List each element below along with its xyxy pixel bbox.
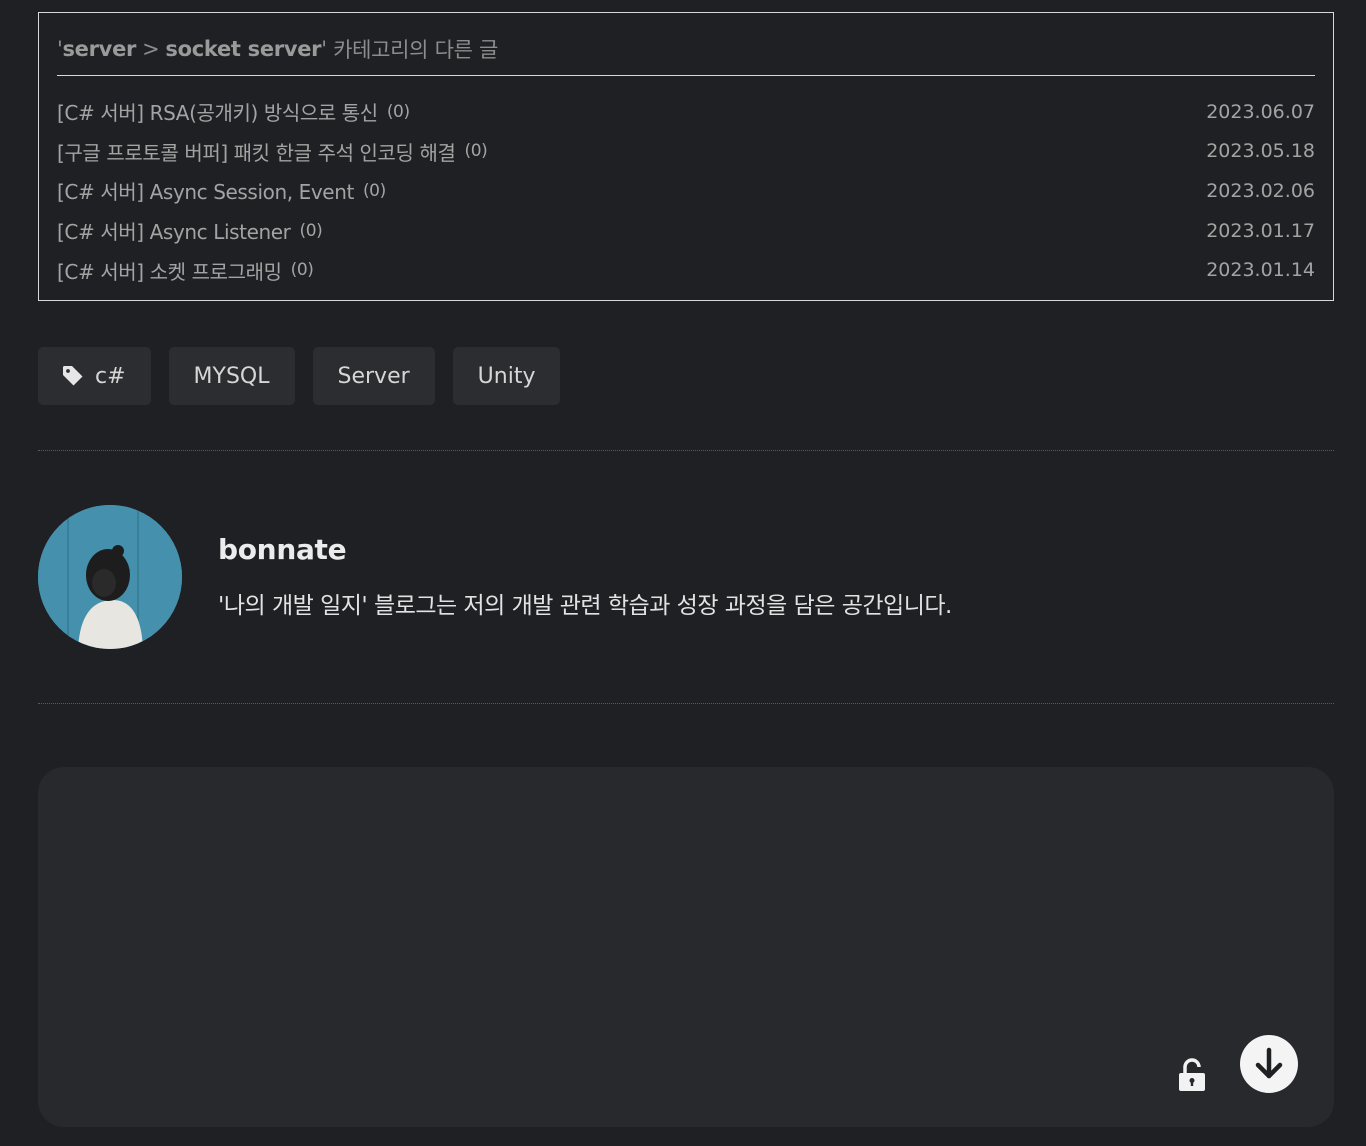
category-separator: > xyxy=(142,37,160,61)
tag-csharp[interactable]: c# xyxy=(38,347,151,405)
related-post-title[interactable]: [C# 서버] 소켓 프로그래밍 xyxy=(57,256,282,285)
heading-suffix: 카테고리의 다른 글 xyxy=(326,38,499,62)
page: ' server > socket server ' 카테고리의 다른 글 [C… xyxy=(0,0,1366,1146)
arrow-down-icon xyxy=(1255,1047,1283,1079)
unlock-icon[interactable] xyxy=(1177,1058,1207,1092)
related-posts-list: [C# 서버] RSA(공개키) 방식으로 통신 (0) 2023.06.07 … xyxy=(57,76,1315,290)
related-post-date: 2023.01.14 xyxy=(1206,259,1315,282)
related-post-comment-count: (0) xyxy=(299,220,323,241)
category-parent[interactable]: server xyxy=(62,37,136,61)
comment-panel[interactable] xyxy=(38,767,1334,1127)
avatar-image xyxy=(38,505,182,649)
related-post-item[interactable]: [C# 서버] Async Session, Event (0) 2023.02… xyxy=(57,171,1315,211)
tag-server[interactable]: Server xyxy=(312,347,435,405)
divider xyxy=(38,450,1334,451)
related-post-date: 2023.05.18 xyxy=(1206,140,1315,163)
divider xyxy=(38,703,1334,704)
related-post-title[interactable]: [구글 프로토콜 버퍼] 패킷 한글 주석 인코딩 해결 xyxy=(57,137,456,166)
author-description: '나의 개발 일지' 블로그는 저의 개발 관련 학습과 성장 과정을 담은 공… xyxy=(218,593,952,619)
related-post-title[interactable]: [C# 서버] Async Listener xyxy=(57,216,291,245)
tag-unity[interactable]: Unity xyxy=(452,347,561,405)
tag-label: c# xyxy=(95,363,126,389)
related-post-date: 2023.02.06 xyxy=(1206,179,1315,202)
related-posts-box: ' server > socket server ' 카테고리의 다른 글 [C… xyxy=(38,12,1334,301)
related-post-comment-count: (0) xyxy=(386,101,410,122)
related-post-comment-count: (0) xyxy=(464,141,488,162)
author-card: bonnate '나의 개발 일지' 블로그는 저의 개발 관련 학습과 성장 … xyxy=(38,505,952,649)
tag-mysql[interactable]: MYSQL xyxy=(168,347,295,405)
avatar[interactable] xyxy=(38,505,182,649)
related-post-date: 2023.06.07 xyxy=(1206,100,1315,123)
tag-label: Server xyxy=(337,363,410,389)
tag-icon xyxy=(63,366,83,386)
related-post-item[interactable]: [C# 서버] 소켓 프로그래밍 (0) 2023.01.14 xyxy=(57,250,1315,290)
related-post-comment-count: (0) xyxy=(290,260,314,281)
related-post-comment-count: (0) xyxy=(362,180,386,201)
related-post-date: 2023.01.17 xyxy=(1206,219,1315,242)
related-post-item[interactable]: [C# 서버] RSA(공개키) 방식으로 통신 (0) 2023.06.07 xyxy=(57,92,1315,132)
related-posts-heading: ' server > socket server ' 카테고리의 다른 글 xyxy=(57,13,1315,76)
author-name[interactable]: bonnate xyxy=(218,533,952,566)
related-post-title[interactable]: [C# 서버] Async Session, Event xyxy=(57,176,354,205)
related-post-item[interactable]: [C# 서버] Async Listener (0) 2023.01.17 xyxy=(57,211,1315,251)
submit-comment-button[interactable] xyxy=(1240,1035,1298,1093)
category-child[interactable]: socket server xyxy=(165,37,321,61)
tag-label: Unity xyxy=(477,363,536,389)
related-post-title[interactable]: [C# 서버] RSA(공개키) 방식으로 통신 xyxy=(57,97,378,126)
tag-label: MYSQL xyxy=(193,363,270,389)
tag-list: c# MYSQL Server Unity xyxy=(38,347,561,405)
related-post-item[interactable]: [구글 프로토콜 버퍼] 패킷 한글 주석 인코딩 해결 (0) 2023.05… xyxy=(57,132,1315,172)
